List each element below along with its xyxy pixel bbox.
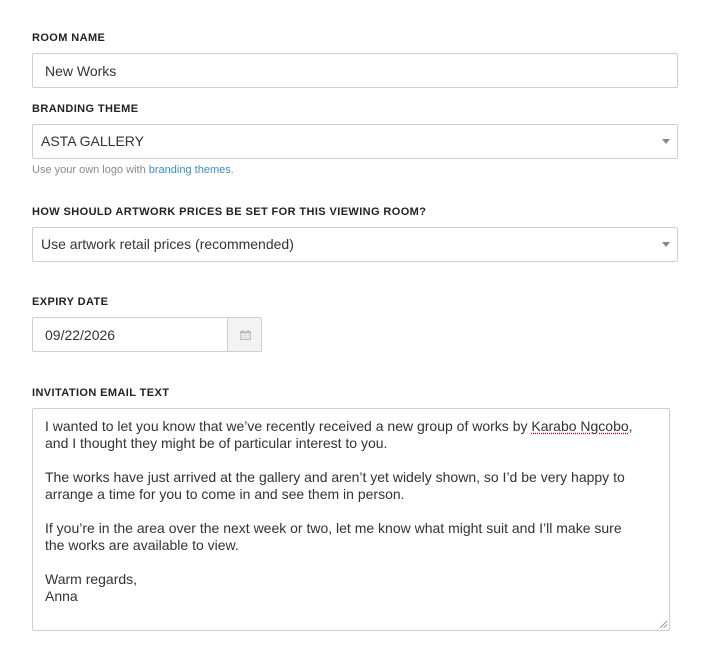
caret-down-icon bbox=[662, 242, 670, 247]
pricing-value: Use artwork retail prices (recommended) bbox=[41, 236, 294, 252]
email-line: If you’re in the area over the next week… bbox=[45, 520, 622, 536]
expiry-date-label: EXPIRY DATE bbox=[32, 296, 109, 308]
invitation-email-textarea[interactable]: I wanted to let you know that we’ve rece… bbox=[32, 408, 670, 631]
email-line: the works are available to view. bbox=[45, 537, 239, 553]
calendar-button[interactable] bbox=[227, 317, 262, 352]
room-name-input[interactable] bbox=[32, 53, 678, 88]
branding-theme-select[interactable]: ASTA GALLERY bbox=[32, 124, 678, 159]
email-line: The works have just arrived at the galle… bbox=[45, 469, 625, 485]
email-text: I wanted to let you know that we’ve rece… bbox=[45, 418, 532, 434]
branding-help-prefix: Use your own logo with bbox=[32, 164, 149, 176]
branding-theme-label: BRANDING THEME bbox=[32, 103, 139, 115]
email-line: Warm regards, bbox=[45, 571, 138, 587]
branding-themes-link[interactable]: branding themes bbox=[149, 164, 231, 176]
invitation-email-label: INVITATION EMAIL TEXT bbox=[32, 387, 170, 399]
email-paragraph: I wanted to let you know that we’ve rece… bbox=[45, 418, 657, 452]
pricing-label: HOW SHOULD ARTWORK PRICES BE SET FOR THI… bbox=[32, 206, 427, 218]
calendar-icon bbox=[240, 330, 251, 340]
branding-theme-value: ASTA GALLERY bbox=[41, 133, 144, 149]
email-paragraph: If you’re in the area over the next week… bbox=[45, 520, 657, 554]
email-line: I wanted to let you know that we’ve rece… bbox=[45, 418, 657, 435]
resize-handle-icon[interactable] bbox=[659, 620, 668, 629]
branding-help-text: Use your own logo with branding themes. bbox=[32, 164, 234, 176]
branding-help-suffix: . bbox=[230, 164, 234, 176]
expiry-date-input[interactable] bbox=[32, 317, 227, 352]
email-signature: Anna bbox=[45, 588, 78, 604]
email-signoff: Warm regards, Anna bbox=[45, 571, 657, 605]
room-name-label: ROOM NAME bbox=[32, 32, 106, 44]
caret-down-icon bbox=[662, 139, 670, 144]
email-line: arrange a time for you to come in and se… bbox=[45, 486, 405, 502]
expiry-date-group bbox=[32, 317, 262, 352]
email-paragraph: The works have just arrived at the galle… bbox=[45, 469, 657, 503]
email-line: and I thought they might be of particula… bbox=[45, 435, 388, 451]
email-text: , bbox=[628, 418, 633, 434]
pricing-select[interactable]: Use artwork retail prices (recommended) bbox=[32, 227, 678, 262]
artist-name: Karabo Ngcobo bbox=[531, 418, 629, 434]
